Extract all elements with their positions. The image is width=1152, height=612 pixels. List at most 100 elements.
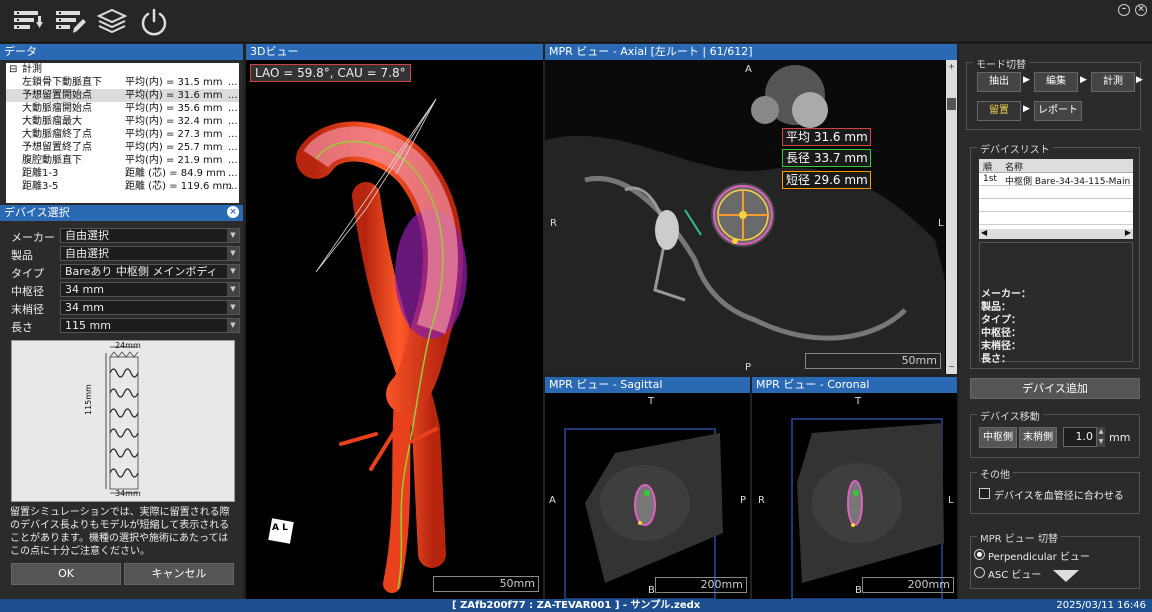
avg-diameter-label: 平均 31.6 mm xyxy=(782,128,871,146)
info-length: 長さ： xyxy=(981,354,1011,365)
chevron-down-icon[interactable]: ▼ xyxy=(227,247,239,260)
add-device-button[interactable]: デバイス追加 xyxy=(970,378,1140,399)
measurement-more: ... xyxy=(228,181,238,192)
list-item[interactable]: 大動脈瘤終了点 平均(内) = 27.3 mm... xyxy=(6,128,239,141)
measurement-name: 距離3-5 xyxy=(22,181,59,192)
scroll-thumb[interactable] xyxy=(947,98,956,110)
measurement-list[interactable]: ⊟ 計測 左鎖骨下動脈直下 平均(内) = 31.5 mm... 予想留置開始点 平均… xyxy=(6,63,239,203)
orient-left: L xyxy=(948,495,954,506)
measurement-name: 大動脈瘤開始点 xyxy=(22,103,92,114)
close-icon[interactable]: × xyxy=(1135,4,1147,16)
stepper-icon[interactable]: ▲ ▼ xyxy=(1097,427,1105,447)
mode-report-button[interactable]: レポート xyxy=(1034,101,1082,121)
orient-right: R xyxy=(550,218,557,229)
device-field: 末梢径 34 mm ▼ xyxy=(6,300,240,316)
list-item[interactable]: 腹腔動脈直下 平均(内) = 21.9 mm... xyxy=(6,154,239,167)
field-label: 末梢径 xyxy=(11,303,44,316)
field-value: Bareあり 中枢側 メインボディ xyxy=(65,265,218,278)
axial-ct-image xyxy=(545,60,945,374)
layers-icon[interactable] xyxy=(96,6,128,38)
scale-bar-sagittal: 200mm xyxy=(655,577,747,593)
orient-bottom: B xyxy=(855,585,862,596)
chevron-down-icon[interactable]: ▼ xyxy=(227,229,239,242)
measurement-value: 平均(内) = 31.5 mm xyxy=(125,77,223,88)
coronal-view[interactable]: MPR ビュー - Coronal T B R L 200mm xyxy=(752,377,957,599)
measurement-more: ... xyxy=(228,90,238,101)
field-select[interactable]: 34 mm ▼ xyxy=(60,282,240,297)
perpendicular-radio[interactable] xyxy=(974,549,985,560)
mode-deploy-button[interactable]: 留置 xyxy=(977,101,1021,121)
field-select[interactable]: 自由選択 ▼ xyxy=(60,246,240,261)
scale-bar-coronal: 200mm xyxy=(862,577,954,593)
view-3d[interactable]: 3Dビュー LAO = 59.8°, CAU = 7.8° A L 50mm xyxy=(246,44,543,599)
list-item[interactable]: 左鎖骨下動脈直下 平均(内) = 31.5 mm... xyxy=(6,76,239,89)
measurement-more: ... xyxy=(228,168,238,179)
measurement-more: ... xyxy=(228,116,238,127)
orient-posterior: P xyxy=(745,362,752,373)
other-group: その他 デバイスを血管径に合わせる xyxy=(970,466,1140,514)
mode-extract-button[interactable]: 抽出 xyxy=(977,72,1021,92)
orient-anterior: A xyxy=(549,495,556,506)
field-select[interactable]: 34 mm ▼ xyxy=(60,300,240,315)
list-item[interactable]: 大動脈瘤開始点 平均(内) = 35.6 mm... xyxy=(6,102,239,115)
tree-node[interactable]: ⊟ 計測 xyxy=(6,63,239,76)
collapse-icon[interactable]: ⊟ xyxy=(9,63,17,76)
mode-edit-button[interactable]: 編集 xyxy=(1034,72,1078,92)
cancel-button[interactable]: キャンセル xyxy=(124,563,234,585)
plus-icon[interactable]: + xyxy=(947,62,956,71)
info-distal-diameter: 末梢径： xyxy=(981,341,1021,352)
device-move-group: デバイス移動 中枢側 末梢側 1.0 ▲ ▼ mm xyxy=(970,408,1140,458)
app-window: – × データ ⊟ 計測 左鎖骨下動脈直下 平均(内) = 31.5 mm... 予… xyxy=(0,0,1152,612)
expand-down-icon[interactable] xyxy=(1053,570,1079,582)
minus-icon[interactable]: − xyxy=(947,362,956,371)
horizontal-scrollbar[interactable]: ◀ ▶ xyxy=(979,228,1133,239)
fit-diameter-checkbox[interactable] xyxy=(979,488,990,499)
asc-label: ASC ビュー xyxy=(988,570,1042,581)
chevron-down-icon[interactable]: ▼ xyxy=(227,265,239,278)
list-edit-icon[interactable] xyxy=(54,6,86,38)
power-icon[interactable] xyxy=(138,6,170,38)
scroll-left-icon[interactable]: ◀ xyxy=(981,228,987,237)
mode-measure-button[interactable]: 計測 xyxy=(1091,72,1135,92)
list-item[interactable]: 距離1-3 距離 (芯) = 84.9 mm... xyxy=(6,167,239,180)
field-label: 長さ xyxy=(11,321,33,334)
orient-posterior: P xyxy=(740,495,747,506)
list-item[interactable]: 予想留置終了点 平均(内) = 25.7 mm... xyxy=(6,141,239,154)
asc-radio[interactable] xyxy=(974,567,985,578)
measurement-value: 平均(内) = 32.4 mm xyxy=(125,116,223,127)
device-list-title: デバイスリスト xyxy=(977,141,1053,156)
ok-button[interactable]: OK xyxy=(11,563,121,585)
measurement-value: 平均(内) = 25.7 mm xyxy=(125,142,223,153)
axial-view-title: MPR ビュー - Axial [左ルート | 61/612] xyxy=(545,44,957,60)
axial-view[interactable]: MPR ビュー - Axial [左ルート | 61/612] 平均 31.6 … xyxy=(545,44,957,374)
status-bar: [ ZAfb200f77 : ZA-TEVAR001 ] - サンプル.zedx… xyxy=(0,599,1152,612)
device-table[interactable]: 順 名称 1st 中枢側 Bare-34-34-115-Main ◀ ▶ xyxy=(979,159,1133,239)
chevron-down-icon[interactable]: ▼ xyxy=(227,301,239,314)
field-value: 34 mm xyxy=(65,301,104,314)
field-select[interactable]: 自由選択 ▼ xyxy=(60,228,240,243)
orient-right: R xyxy=(758,495,765,506)
orient-top: T xyxy=(855,396,862,407)
minimize-icon[interactable]: – xyxy=(1118,4,1130,16)
table-row[interactable]: 1st 中枢側 Bare-34-34-115-Main xyxy=(979,173,1133,187)
move-distal-button[interactable]: 末梢側 xyxy=(1019,427,1057,448)
sagittal-view[interactable]: MPR ビュー - Sagittal T B A P 200mm xyxy=(545,377,750,599)
close-icon[interactable]: × xyxy=(227,206,239,218)
list-item[interactable]: 大動脈瘤最大 平均(内) = 32.4 mm... xyxy=(6,115,239,128)
move-central-button[interactable]: 中枢側 xyxy=(979,427,1017,448)
list-item[interactable]: 距離3-5 距離 (芯) = 119.6 mm... xyxy=(6,180,239,193)
list-down-icon[interactable] xyxy=(12,6,44,38)
list-item[interactable]: 予想留置開始点 平均(内) = 31.6 mm... xyxy=(6,89,239,102)
field-select[interactable]: 115 mm ▼ xyxy=(60,318,240,333)
chevron-down-icon[interactable]: ▼ xyxy=(227,319,239,332)
info-type: タイプ： xyxy=(981,315,1021,326)
info-maker: メーカー： xyxy=(981,289,1031,300)
scroll-right-icon[interactable]: ▶ xyxy=(1125,228,1131,237)
field-select[interactable]: Bareあり 中枢側 メインボディ ▼ xyxy=(60,264,240,279)
arrow-right-icon: ▶ xyxy=(1023,104,1030,114)
chevron-down-icon[interactable]: ▼ xyxy=(227,283,239,296)
measurement-rows: 左鎖骨下動脈直下 平均(内) = 31.5 mm... 予想留置開始点 平均(内) =… xyxy=(6,76,239,193)
axial-scrollbar[interactable]: + − xyxy=(946,60,957,374)
measurement-value: 平均(内) = 35.6 mm xyxy=(125,103,223,114)
move-step-input[interactable]: 1.0 xyxy=(1063,427,1097,447)
